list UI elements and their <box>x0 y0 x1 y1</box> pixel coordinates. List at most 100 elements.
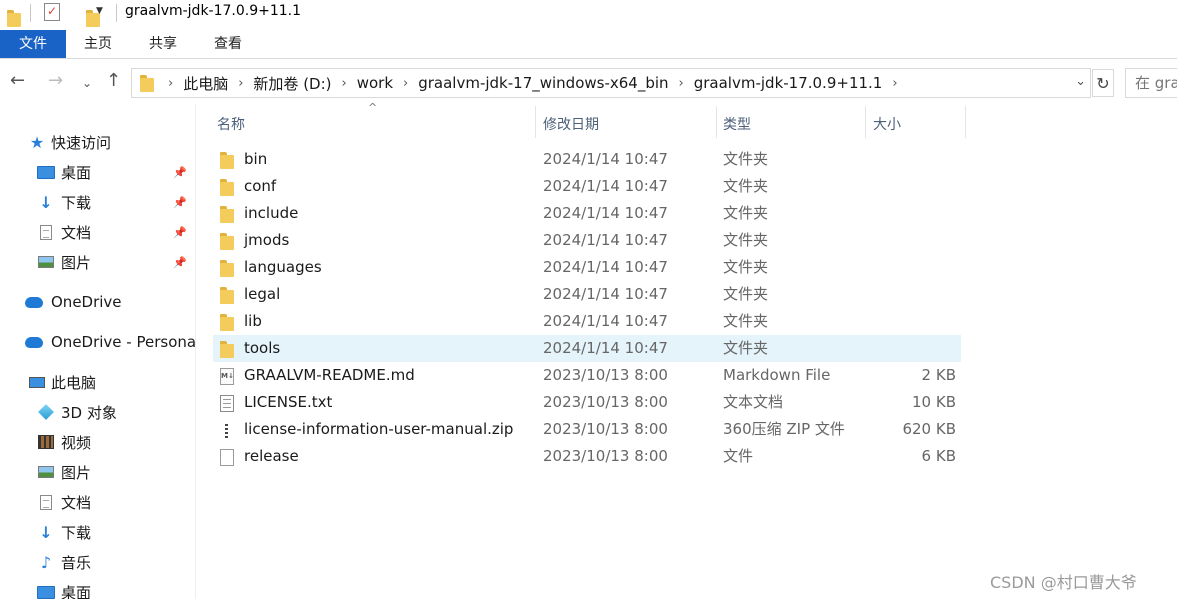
file-date: 2024/1/14 10:47 <box>543 231 668 249</box>
ribbon-tabs: 文件 主页 共享 查看 <box>0 30 1177 59</box>
file-type: 文件夹 <box>723 204 769 222</box>
file-size: 2 KB <box>921 366 956 384</box>
search-input[interactable]: 在 graalvm-jdk-17.0.9+11.1 中搜索 <box>1125 68 1177 98</box>
file-name: languages <box>244 258 322 276</box>
nav-label: 视频 <box>61 433 92 452</box>
file-row[interactable]: bin 2024/1/14 10:47 文件夹 <box>213 146 961 173</box>
chevron-right-icon[interactable]: › <box>403 76 408 91</box>
file-name: legal <box>244 285 281 303</box>
breadcrumb-item[interactable]: 此电脑 <box>183 73 228 94</box>
file-row[interactable]: languages 2024/1/14 10:47 文件夹 <box>213 254 961 281</box>
file-name: license-information-user-manual.zip <box>244 420 514 438</box>
file-type: Markdown File <box>723 366 831 384</box>
file-row-selected[interactable]: tools 2024/1/14 10:47 文件夹 <box>213 335 961 362</box>
back-arrow-icon[interactable]: ← <box>10 70 25 91</box>
file-date: 2024/1/14 10:47 <box>543 150 668 168</box>
nav-this-pc[interactable]: 此电脑 <box>0 368 195 396</box>
column-divider[interactable] <box>716 106 717 138</box>
nav-item-downloads[interactable]: ↓ 下载 <box>0 518 195 546</box>
tab-file[interactable]: 文件 <box>0 30 66 58</box>
file-size: 620 KB <box>902 420 956 438</box>
file-date: 2024/1/14 10:47 <box>543 285 668 303</box>
column-header-type[interactable]: 类型 <box>723 112 751 138</box>
file-row[interactable]: LICENSE.txt 2023/10/13 8:00 文本文档 10 KB <box>213 389 961 416</box>
recent-locations-chevron-icon[interactable]: ⌄ <box>82 76 92 90</box>
file-row[interactable]: include 2024/1/14 10:47 文件夹 <box>213 200 961 227</box>
file-type: 文件夹 <box>723 231 769 249</box>
file-date: 2023/10/13 8:00 <box>543 420 668 438</box>
desktop-icon <box>37 584 55 599</box>
pin-icon[interactable]: 📌 <box>173 226 187 239</box>
blank-file-icon <box>220 449 234 466</box>
file-type: 文件夹 <box>723 285 769 303</box>
nav-item-downloads[interactable]: ↓ 下载 📌 <box>0 188 195 216</box>
pin-icon[interactable]: 📌 <box>173 166 187 179</box>
breadcrumb-item[interactable]: graalvm-jdk-17.0.9+11.1 <box>694 74 883 92</box>
nav-item-documents[interactable]: 文档 📌 <box>0 218 195 246</box>
file-date: 2024/1/14 10:47 <box>543 204 668 222</box>
nav-onedrive[interactable]: OneDrive <box>0 288 195 316</box>
nav-item-pictures[interactable]: 图片 📌 <box>0 248 195 276</box>
nav-label: 下载 <box>61 523 92 542</box>
nav-label: 文档 <box>61 223 92 242</box>
file-row[interactable]: conf 2024/1/14 10:47 文件夹 <box>213 173 961 200</box>
folder-icon <box>220 260 234 277</box>
column-header-size[interactable]: 大小 <box>873 112 901 138</box>
forward-arrow-icon[interactable]: → <box>48 70 63 91</box>
nav-item-3d-objects[interactable]: 3D 对象 <box>0 398 195 426</box>
column-header-date[interactable]: 修改日期 <box>543 112 599 138</box>
file-row[interactable]: M↓ GRAALVM-README.md 2023/10/13 8:00 Mar… <box>213 362 961 389</box>
tab-home[interactable]: 主页 <box>70 30 126 58</box>
column-divider[interactable] <box>865 106 866 138</box>
file-date: 2024/1/14 10:47 <box>543 258 668 276</box>
nav-quick-access[interactable]: ★ 快速访问 <box>0 128 195 156</box>
address-history-chevron-icon[interactable]: ⌄ <box>1075 74 1086 89</box>
customize-toolbar-icon[interactable]: ▼ <box>96 6 103 16</box>
nav-item-desktop[interactable]: 桌面 📌 <box>0 158 195 186</box>
chevron-right-icon[interactable]: › <box>238 76 243 91</box>
chevron-right-icon[interactable]: › <box>168 76 173 91</box>
nav-onedrive-personal[interactable]: OneDrive - Personal <box>0 328 195 356</box>
file-row[interactable]: jmods 2024/1/14 10:47 文件夹 <box>213 227 961 254</box>
pin-icon[interactable]: 📌 <box>173 256 187 269</box>
chevron-right-icon[interactable]: › <box>679 76 684 91</box>
column-divider[interactable] <box>535 106 536 138</box>
cloud-icon <box>25 334 43 350</box>
column-divider[interactable] <box>965 106 966 138</box>
nav-item-documents[interactable]: 文档 <box>0 488 195 516</box>
breadcrumb-item[interactable]: work <box>357 74 393 92</box>
nav-item-pictures[interactable]: 图片 <box>0 458 195 486</box>
chevron-right-icon[interactable]: › <box>892 76 897 91</box>
file-name: LICENSE.txt <box>244 393 333 411</box>
file-date: 2024/1/14 10:47 <box>543 339 668 357</box>
nav-item-desktop[interactable]: 桌面 <box>0 578 195 599</box>
breadcrumb-item[interactable]: graalvm-jdk-17_windows-x64_bin <box>418 74 668 92</box>
file-date: 2023/10/13 8:00 <box>543 447 668 465</box>
star-icon: ★ <box>29 132 45 152</box>
nav-item-videos[interactable]: 视频 <box>0 428 195 456</box>
tab-view[interactable]: 查看 <box>200 30 256 58</box>
file-row[interactable]: lib 2024/1/14 10:47 文件夹 <box>213 308 961 335</box>
file-row[interactable]: license-information-user-manual.zip 2023… <box>213 416 961 443</box>
properties-icon[interactable]: ✓ <box>44 3 60 21</box>
address-bar[interactable]: › 此电脑 › 新加卷 (D:) › work › graalvm-jdk-17… <box>131 68 1091 98</box>
column-header-name[interactable]: 名称 <box>217 112 245 138</box>
file-list: ^ 名称 修改日期 类型 大小 bin 2024/1/14 10:47 文件夹 … <box>200 101 1177 599</box>
nav-label: OneDrive - Personal <box>51 333 196 351</box>
folder-icon <box>140 74 154 92</box>
file-type: 文件夹 <box>723 177 769 195</box>
pin-icon[interactable]: 📌 <box>173 196 187 209</box>
chevron-right-icon[interactable]: › <box>342 76 347 91</box>
file-row[interactable]: release 2023/10/13 8:00 文件 6 KB <box>213 443 961 470</box>
folder-icon <box>220 287 234 304</box>
tab-share[interactable]: 共享 <box>135 30 191 58</box>
up-arrow-icon[interactable]: ↑ <box>106 70 121 91</box>
nav-item-music[interactable]: ♪ 音乐 <box>0 548 195 576</box>
breadcrumb-item[interactable]: 新加卷 (D:) <box>253 73 331 94</box>
file-row[interactable]: legal 2024/1/14 10:47 文件夹 <box>213 281 961 308</box>
title-bar: ✓ ▼ graalvm-jdk-17.0.9+11.1 <box>0 0 1177 28</box>
refresh-button[interactable]: ↻ <box>1092 69 1114 97</box>
sort-ascending-icon: ^ <box>368 101 378 114</box>
file-type: 文件夹 <box>723 258 769 276</box>
pictures-icon <box>37 464 55 480</box>
